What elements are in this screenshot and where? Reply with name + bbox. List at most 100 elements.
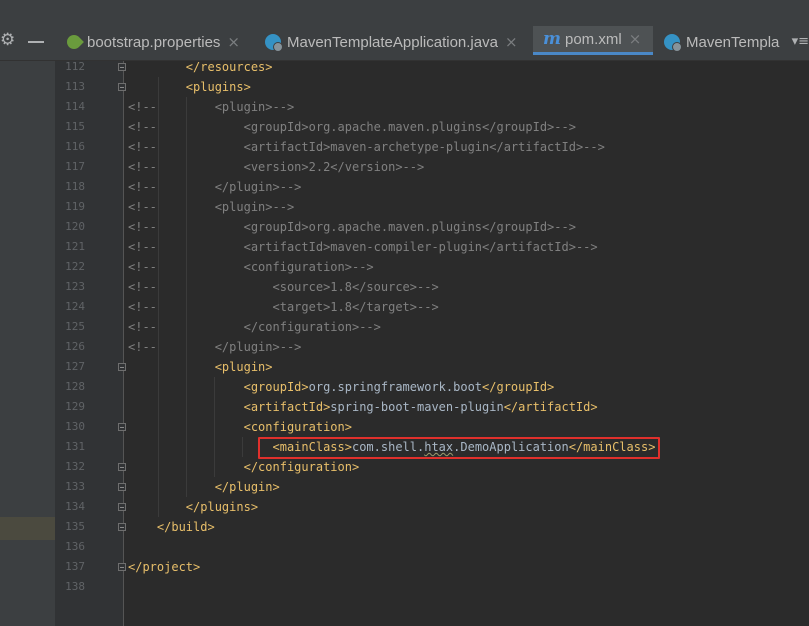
fold-marker[interactable] [118, 363, 126, 371]
fold-marker[interactable] [118, 423, 126, 431]
code-line[interactable]: <plugin> [128, 357, 809, 377]
tab-label: bootstrap.properties [87, 33, 221, 51]
code-line[interactable]: </configuration> [128, 457, 809, 477]
tab-bootstrap-properties[interactable]: bootstrap.properties × [64, 26, 240, 58]
xml-comment: <configuration>--> [243, 260, 374, 274]
xml-comment: <groupId>org.apache.maven.plugins</group… [243, 120, 576, 134]
comment-prefix: <!-- [128, 100, 157, 114]
tab-list-dropdown-icon[interactable]: ▾≡ [792, 34, 809, 49]
code-line[interactable]: </plugin> [128, 477, 809, 497]
selected-row-highlight [0, 517, 55, 540]
code-editor[interactable]: </resources> <plugins> <!-- <plugin>--> <!… [128, 57, 809, 597]
comment-prefix: <!-- [128, 200, 157, 214]
code-line[interactable]: <!-- </plugin>--> [128, 177, 809, 197]
close-icon[interactable]: × [629, 30, 642, 48]
code-line[interactable]: <plugins> [128, 77, 809, 97]
close-icon[interactable]: × [227, 33, 240, 51]
xml-tag: </resources> [185, 60, 273, 74]
fold-marker[interactable] [118, 63, 126, 71]
xml-tag: </groupId> [482, 380, 555, 394]
code-line[interactable]: <!-- <source>1.8</source>--> [128, 277, 809, 297]
line-number: 134 [65, 500, 85, 513]
fold-marker[interactable] [118, 563, 126, 571]
xml-tag: <plugins> [185, 80, 251, 94]
line-number: 130 [65, 420, 85, 433]
fold-marker[interactable] [118, 523, 126, 531]
close-icon[interactable]: × [505, 33, 518, 51]
fold-marker[interactable] [118, 83, 126, 91]
code-line[interactable]: <!-- <target>1.8</target>--> [128, 297, 809, 317]
code-line[interactable]: </project> [128, 557, 809, 577]
code-line[interactable]: <!-- <groupId>org.apache.maven.plugins</… [128, 217, 809, 237]
tab-maven-template-truncated[interactable]: MavenTempla [664, 26, 782, 58]
code-line[interactable]: <!-- <plugin>--> [128, 197, 809, 217]
comment-prefix: <!-- [128, 240, 157, 254]
fold-marker[interactable] [118, 483, 126, 491]
line-number: 118 [65, 180, 85, 193]
code-line[interactable]: <!-- <configuration>--> [128, 257, 809, 277]
code-line[interactable]: <!-- <artifactId>maven-compiler-plugin</… [128, 237, 809, 257]
xml-tag: </plugin> [214, 480, 280, 494]
comment-prefix: <!-- [128, 140, 157, 154]
line-number: 122 [65, 260, 85, 273]
code-line[interactable]: </resources> [128, 57, 809, 77]
code-line[interactable] [128, 577, 809, 597]
comment-prefix: <!-- [128, 260, 157, 274]
code-line[interactable]: <!-- <version>2.2</version>--> [128, 157, 809, 177]
line-number: 126 [65, 340, 85, 353]
xml-comment: <plugin>--> [214, 100, 295, 114]
minimize-icon[interactable] [28, 41, 44, 43]
line-number: 120 [65, 220, 85, 233]
java-class-icon [664, 34, 682, 52]
xml-comment: </plugin>--> [214, 180, 302, 194]
code-line[interactable]: <groupId>org.springframework.boot</group… [128, 377, 809, 397]
line-number: 115 [65, 120, 85, 133]
code-line[interactable]: <!-- <groupId>org.apache.maven.plugins</… [128, 117, 809, 137]
xml-comment: </configuration>--> [243, 320, 381, 334]
project-panel-strip [0, 61, 55, 626]
xml-tag: </plugins> [185, 500, 259, 514]
code-line[interactable]: <!-- </configuration>--> [128, 317, 809, 337]
code-line[interactable] [128, 537, 809, 557]
java-class-icon [265, 34, 283, 52]
fold-marker[interactable] [118, 463, 126, 471]
comment-prefix: <!-- [128, 120, 157, 134]
tab-maven-template-application[interactable]: MavenTemplateApplication.java × [265, 26, 518, 58]
code-line[interactable]: </build> [128, 517, 809, 537]
code-line[interactable]: <!-- <plugin>--> [128, 97, 809, 117]
xml-tag: <configuration> [243, 420, 352, 434]
code-line[interactable]: <!-- </plugin>--> [128, 337, 809, 357]
tool-window-controls: ⚙ [0, 26, 55, 58]
annotation-highlight-box [258, 437, 660, 459]
line-number: 125 [65, 320, 85, 333]
code-line[interactable]: <!-- <artifactId>maven-archetype-plugin<… [128, 137, 809, 157]
code-line[interactable]: </plugins> [128, 497, 809, 517]
gear-icon[interactable]: ⚙ [0, 30, 15, 50]
comment-prefix: <!-- [128, 280, 157, 294]
line-numbers: 112 113 114 115 116 117 118 119 120 121 122 123 124 1… [55, 57, 85, 597]
fold-marker[interactable] [118, 503, 126, 511]
comment-prefix: <!-- [128, 180, 157, 194]
code-line[interactable]: <artifactId>spring-boot-maven-plugin</ar… [128, 397, 809, 417]
xml-comment: <plugin>--> [214, 200, 295, 214]
tab-pom-xml[interactable]: m pom.xml × [533, 26, 653, 55]
xml-tag: </project> [128, 560, 201, 574]
line-number: 123 [65, 280, 85, 293]
code-line[interactable]: <configuration> [128, 417, 809, 437]
line-number: 113 [65, 80, 85, 93]
tab-label: MavenTempla [686, 33, 780, 51]
tab-label: pom.xml [565, 30, 622, 48]
comment-prefix: <!-- [128, 320, 157, 334]
